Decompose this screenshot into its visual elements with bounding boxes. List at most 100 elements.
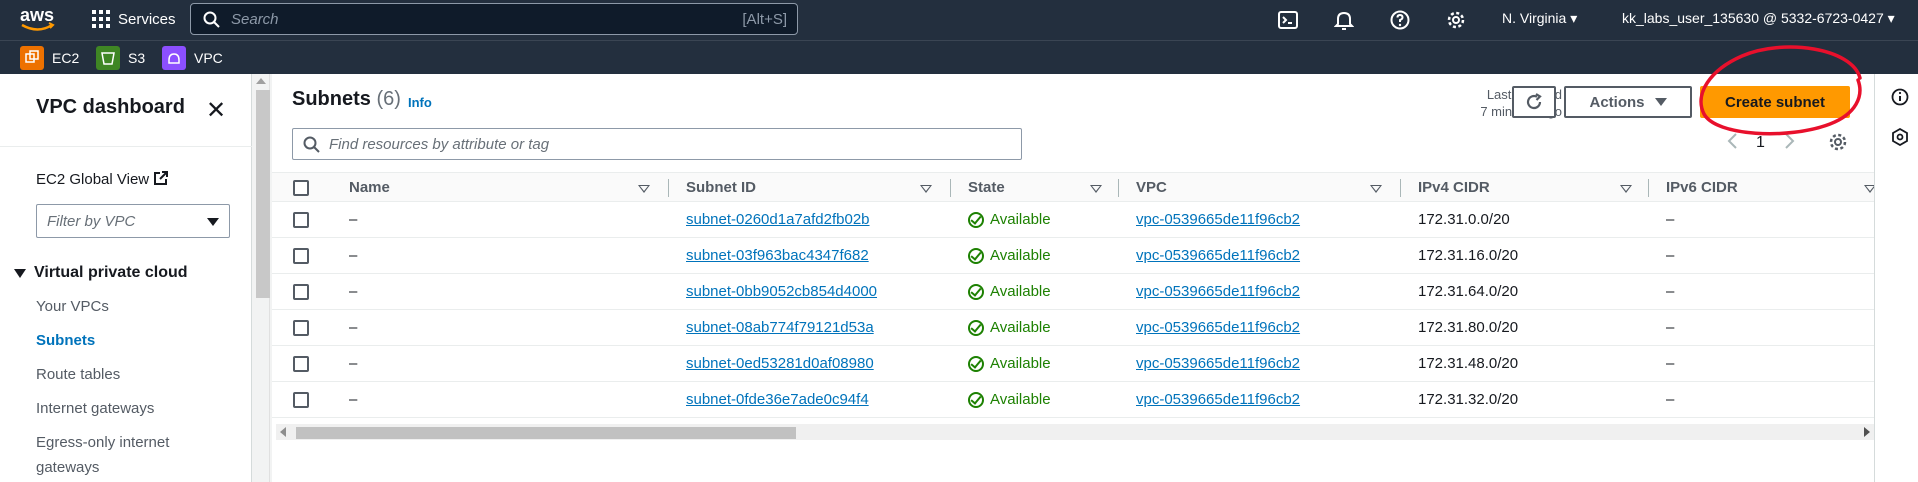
table-header: Name Subnet ID State VPC IPv4 CIDR IPv6 … [272, 172, 1876, 202]
vpc-link[interactable]: vpc-0539665de11f96cb2 [1136, 319, 1300, 336]
column-divider[interactable] [950, 179, 951, 197]
hexagon-icon[interactable] [1891, 128, 1909, 146]
vpc-link[interactable]: vpc-0539665de11f96cb2 [1136, 283, 1300, 300]
cell-ipv4-cidr: 172.31.80.0/20 [1418, 319, 1519, 336]
info-link[interactable]: Info [408, 95, 432, 110]
scroll-left-icon[interactable] [280, 427, 286, 437]
scroll-up-icon[interactable] [256, 78, 266, 84]
filter-by-vpc-select[interactable]: Filter by VPC [36, 204, 230, 238]
table-row[interactable]: – subnet-0ed53281d0af08980 Available vpc… [272, 346, 1874, 382]
sort-icon[interactable] [920, 185, 932, 193]
sort-icon[interactable] [1090, 185, 1102, 193]
cell-ipv4-cidr: 172.31.64.0/20 [1418, 283, 1519, 300]
scroll-right-icon[interactable] [1864, 427, 1870, 437]
refresh-button[interactable] [1512, 86, 1556, 118]
sidebar-item-subnets[interactable]: Subnets [36, 328, 95, 353]
column-divider[interactable] [668, 179, 669, 197]
row-checkbox[interactable] [293, 392, 309, 408]
info-icon[interactable] [1891, 88, 1909, 106]
row-checkbox[interactable] [293, 320, 309, 336]
notifications-icon[interactable] [1334, 10, 1354, 30]
column-divider[interactable] [1648, 179, 1649, 197]
external-link-icon [154, 171, 169, 185]
search-icon [303, 136, 320, 153]
sidebar-item-route-tables[interactable]: Route tables [36, 362, 120, 387]
cloudshell-icon[interactable] [1278, 10, 1298, 30]
row-checkbox[interactable] [293, 284, 309, 300]
row-checkbox[interactable] [293, 212, 309, 228]
sort-icon[interactable] [638, 185, 650, 193]
actions-button[interactable]: Actions [1564, 86, 1692, 118]
scrollbar-thumb[interactable] [256, 90, 270, 298]
vpc-link[interactable]: vpc-0539665de11f96cb2 [1136, 391, 1300, 408]
services-menu-button[interactable]: Services [92, 10, 176, 28]
filter-placeholder: Find resources by attribute or tag [329, 136, 550, 153]
global-search-input[interactable]: Search [Alt+S] [190, 3, 798, 35]
subnet-id-link[interactable]: subnet-0bb9052cb854d4000 [686, 283, 877, 300]
favorite-s3[interactable]: S3 [96, 46, 145, 70]
subnet-id-link[interactable]: subnet-08ab774f79121d53a [686, 319, 874, 336]
aws-logo[interactable]: aws [20, 5, 56, 32]
settings-icon[interactable] [1446, 10, 1466, 30]
vpc-link[interactable]: vpc-0539665de11f96cb2 [1136, 211, 1300, 228]
column-divider[interactable] [1118, 179, 1119, 197]
row-checkbox[interactable] [293, 248, 309, 264]
cell-name: – [349, 211, 358, 228]
sidebar-item-internet-gateways[interactable]: Internet gateways [36, 396, 154, 421]
services-label: Services [118, 10, 176, 28]
help-panel-rail [1874, 74, 1918, 482]
search-icon [203, 11, 220, 28]
subnet-id-link[interactable]: subnet-0260d1a7afd2fb02b [686, 211, 870, 228]
account-menu[interactable]: kk_labs_user_135630 @ 5332-6723-0427 ▾ [1622, 10, 1895, 27]
vpc-link[interactable]: vpc-0539665de11f96cb2 [1136, 355, 1300, 372]
section-label: Virtual private cloud [34, 264, 188, 281]
table-horizontal-scrollbar[interactable] [276, 424, 1874, 440]
sort-icon[interactable] [1370, 185, 1382, 193]
refresh-icon [1526, 93, 1542, 110]
sidebar-scrollbar[interactable] [252, 74, 270, 482]
favorite-label: EC2 [52, 50, 80, 66]
cell-ipv4-cidr: 172.31.48.0/20 [1418, 355, 1519, 372]
close-icon[interactable]: ✕ [206, 96, 226, 125]
region-selector[interactable]: N. Virginia ▾ [1502, 10, 1577, 27]
column-header-ipv6-cidr[interactable]: IPv6 CIDR [1666, 179, 1738, 196]
actions-label: Actions [1589, 93, 1645, 111]
favorite-vpc[interactable]: VPC [162, 46, 223, 70]
subnet-id-link[interactable]: subnet-0ed53281d0af08980 [686, 355, 874, 372]
column-header-state[interactable]: State [968, 179, 1005, 196]
state-badge: Available [968, 355, 1051, 372]
scrollbar-thumb[interactable] [296, 427, 796, 439]
state-badge: Available [968, 211, 1051, 228]
help-icon[interactable] [1390, 10, 1410, 30]
sidebar-item-your-vpcs[interactable]: Your VPCs [36, 294, 109, 319]
column-divider[interactable] [1400, 179, 1401, 197]
sort-icon[interactable] [1620, 185, 1632, 193]
vpc-link[interactable]: vpc-0539665de11f96cb2 [1136, 247, 1300, 264]
subnet-id-link[interactable]: subnet-03f963bac4347f682 [686, 247, 869, 264]
row-checkbox[interactable] [293, 356, 309, 372]
ec2-global-view-link[interactable]: EC2 Global View [36, 170, 169, 188]
table-row[interactable]: – subnet-0260d1a7afd2fb02b Available vpc… [272, 202, 1874, 238]
table-row[interactable]: – subnet-0bb9052cb854d4000 Available vpc… [272, 274, 1874, 310]
state-badge: Available [968, 391, 1051, 408]
find-resources-input[interactable]: Find resources by attribute or tag [292, 128, 1022, 160]
column-header-subnet-id[interactable]: Subnet ID [686, 179, 756, 196]
check-circle-icon [968, 355, 984, 372]
table-row[interactable]: – subnet-08ab774f79121d53a Available vpc… [272, 310, 1874, 346]
select-all-checkbox[interactable] [293, 180, 309, 196]
table-row[interactable]: – subnet-0fde36e7ade0c94f4 Available vpc… [272, 382, 1874, 418]
table-row[interactable]: – subnet-03f963bac4347f682 Available vpc… [272, 238, 1874, 274]
column-header-vpc[interactable]: VPC [1136, 179, 1167, 196]
grid-icon [92, 10, 110, 28]
sidebar-item-egress-only-internet-gateways[interactable]: Egress-only internet gateways [36, 430, 216, 480]
vpc-icon [162, 46, 186, 70]
subnets-panel: Subnets (6) Info Last updated7 minutes a… [272, 74, 1876, 482]
column-header-ipv4-cidr[interactable]: IPv4 CIDR [1418, 179, 1490, 196]
favorite-ec2[interactable]: EC2 [20, 46, 79, 70]
sidebar-section-virtual-private-cloud[interactable]: Virtual private cloud [14, 264, 188, 282]
cell-ipv4-cidr: 172.31.32.0/20 [1418, 391, 1519, 408]
column-header-name[interactable]: Name [349, 179, 390, 196]
sidebar: VPC dashboard ✕ EC2 Global View Filter b… [0, 74, 252, 482]
cell-ipv6-cidr: – [1666, 211, 1675, 228]
subnet-id-link[interactable]: subnet-0fde36e7ade0c94f4 [686, 391, 869, 408]
